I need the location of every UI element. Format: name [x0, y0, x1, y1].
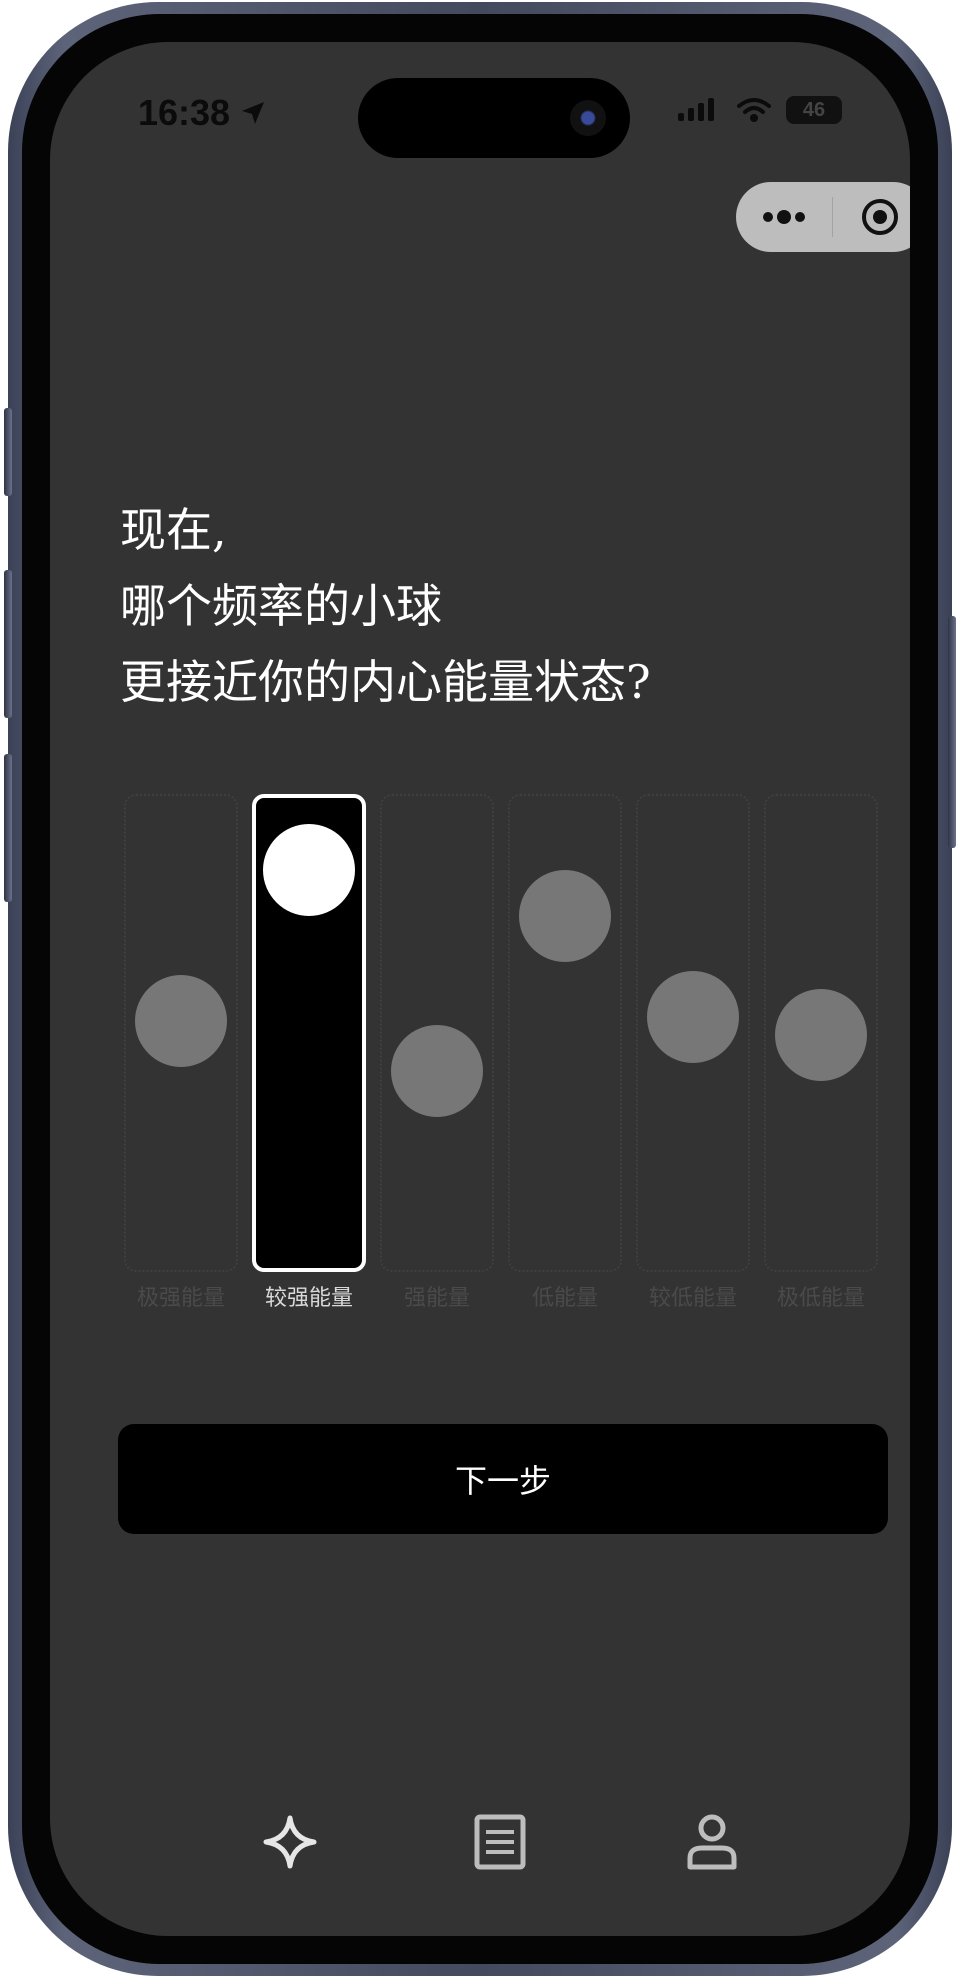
- energy-option-label: 极低能量: [776, 1286, 865, 1311]
- status-indicators: 46: [678, 96, 842, 124]
- question-heading: 现在, 哪个频率的小球 更接近你的内心能量状态?: [120, 492, 880, 720]
- energy-option-track[interactable]: [380, 794, 494, 1272]
- energy-option-track[interactable]: [764, 794, 878, 1272]
- location-arrow-icon: [242, 102, 265, 124]
- phone-frame: 16:38 46 现在, 哪个频率的小球 更接近你的内心能量状态? 极强能量 较…: [4, 2, 956, 1976]
- dynamic-island: [358, 78, 630, 158]
- user-profile-icon: [687, 1814, 737, 1870]
- mini-program-capsule: [736, 182, 910, 252]
- energy-option[interactable]: 强能量: [380, 794, 494, 1312]
- energy-option-label: 较低能量: [648, 1286, 737, 1311]
- energy-ball: [647, 970, 739, 1063]
- bezel: 16:38 46 现在, 哪个频率的小球 更接近你的内心能量状态? 极强能量 较…: [22, 14, 938, 1964]
- sparkle-icon: [263, 1815, 317, 1869]
- status-time-text: 16:38: [138, 92, 231, 133]
- energy-ball: [135, 974, 227, 1067]
- energy-ball: [263, 824, 355, 917]
- wifi-icon: [737, 98, 771, 122]
- close-mini-program-button[interactable]: [833, 182, 911, 252]
- screen: 16:38 46 现在, 哪个频率的小球 更接近你的内心能量状态? 极强能量 较…: [50, 42, 910, 1936]
- more-dots-icon: [762, 210, 805, 224]
- target-close-icon: [862, 199, 899, 235]
- energy-option-track[interactable]: [124, 794, 238, 1272]
- tab-profile[interactable]: [672, 1802, 752, 1882]
- power-button: [948, 616, 956, 848]
- energy-option-label: 强能量: [403, 1286, 470, 1311]
- tab-bar: [50, 1802, 910, 1902]
- tab-home[interactable]: [250, 1802, 330, 1882]
- document-list-icon: [474, 1814, 526, 1870]
- energy-ball: [775, 989, 867, 1081]
- question-line: 更接近你的内心能量状态?: [120, 655, 651, 709]
- battery-level: 46: [802, 98, 826, 121]
- question-line: 现在,: [120, 503, 227, 557]
- energy-option-track[interactable]: [252, 794, 366, 1272]
- volume-up-button: [4, 570, 12, 718]
- energy-ball: [391, 1025, 483, 1118]
- energy-option[interactable]: 极强能量: [124, 794, 238, 1312]
- energy-option-label: 较强能量: [264, 1286, 353, 1311]
- question-line: 哪个频率的小球: [120, 579, 442, 633]
- tab-records[interactable]: [460, 1802, 540, 1882]
- energy-options: 极强能量 较强能量 强能量 低能量 较低能量 极低能量: [124, 794, 878, 1354]
- battery-indicator: 46: [786, 96, 842, 124]
- volume-down-button: [4, 754, 12, 902]
- energy-ball: [519, 869, 611, 962]
- next-step-button[interactable]: 下一步: [118, 1424, 888, 1534]
- energy-option-track[interactable]: [636, 794, 750, 1272]
- status-time: 16:38: [138, 92, 268, 134]
- next-step-label: 下一步: [454, 1462, 551, 1500]
- more-menu-button[interactable]: [736, 182, 832, 252]
- energy-option[interactable]: 低能量: [508, 794, 622, 1312]
- energy-option-label: 极强能量: [136, 1286, 225, 1311]
- energy-option[interactable]: 较低能量: [636, 794, 750, 1312]
- energy-option[interactable]: 较强能量: [252, 794, 366, 1312]
- front-camera-icon: [570, 100, 606, 136]
- energy-option-track[interactable]: [508, 794, 622, 1272]
- energy-option-label: 低能量: [531, 1286, 598, 1311]
- energy-option[interactable]: 极低能量: [764, 794, 878, 1312]
- action-button: [4, 408, 12, 496]
- cellular-signal-icon: [678, 98, 714, 121]
